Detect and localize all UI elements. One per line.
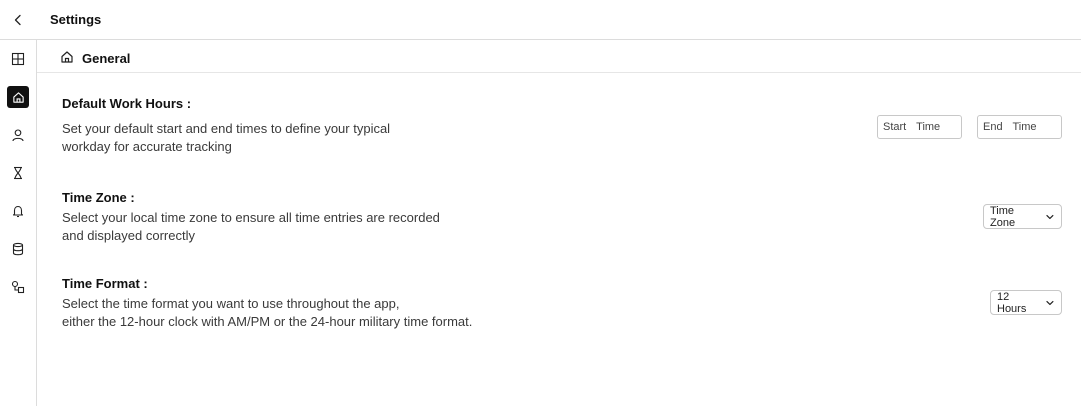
section-divider bbox=[37, 72, 1081, 73]
start-time-input[interactable] bbox=[877, 115, 962, 139]
sidebar-item-data[interactable] bbox=[7, 238, 29, 260]
top-bar: Settings bbox=[0, 0, 1081, 40]
chevron-left-icon bbox=[14, 14, 21, 26]
home-icon bbox=[61, 51, 73, 63]
sidebar-item-timer[interactable] bbox=[7, 162, 29, 184]
time-zone-select[interactable]: Time Zone bbox=[983, 204, 1062, 229]
bell-icon bbox=[12, 205, 24, 218]
sidebar-item-general[interactable] bbox=[7, 86, 29, 108]
time-zone-title: Time Zone : bbox=[62, 190, 135, 205]
user-icon bbox=[12, 129, 24, 142]
grid-icon bbox=[11, 52, 25, 66]
sidebar-item-integrations[interactable] bbox=[7, 276, 29, 298]
time-format-description: Select the time format you want to use t… bbox=[62, 295, 472, 331]
time-format-desc-line1: Select the time format you want to use t… bbox=[62, 296, 400, 311]
sidebar-item-dashboard[interactable] bbox=[7, 48, 29, 70]
sidebar bbox=[0, 40, 37, 406]
hourglass-icon bbox=[14, 166, 22, 180]
time-format-select[interactable]: 12 Hours bbox=[990, 290, 1062, 315]
shapes-icon bbox=[11, 280, 25, 294]
page-title: Settings bbox=[50, 12, 102, 27]
database-icon bbox=[12, 242, 24, 256]
time-format-desc-line2: either the 12-hour clock with AM/PM or t… bbox=[62, 314, 473, 329]
chevron-down-icon bbox=[1046, 214, 1054, 219]
end-time-input[interactable] bbox=[977, 115, 1062, 139]
back-button[interactable] bbox=[9, 11, 27, 29]
sidebar-item-profile[interactable] bbox=[7, 124, 29, 146]
section-title: General bbox=[82, 51, 131, 66]
home-icon bbox=[12, 91, 24, 103]
time-format-title: Time Format : bbox=[62, 276, 148, 291]
time-zone-desc-line1: Select your local time zone to ensure al… bbox=[62, 210, 440, 225]
time-zone-description: Select your local time zone to ensure al… bbox=[62, 209, 440, 245]
chevron-down-icon bbox=[1046, 300, 1054, 305]
time-format-select-value: 12 Hours bbox=[997, 290, 1027, 315]
work-hours-title: Default Work Hours : bbox=[62, 96, 192, 111]
work-hours-desc-line2: workday for accurate tracking bbox=[62, 139, 232, 154]
time-zone-desc-line2: and displayed correctly bbox=[62, 228, 195, 243]
sidebar-item-notifications[interactable] bbox=[7, 200, 29, 222]
work-hours-desc-line1: Set your default start and end times to … bbox=[62, 121, 391, 136]
work-hours-description: Set your default start and end times to … bbox=[62, 120, 390, 156]
section-header: General bbox=[37, 40, 1081, 73]
time-zone-select-value: Time Zone bbox=[990, 204, 1016, 229]
